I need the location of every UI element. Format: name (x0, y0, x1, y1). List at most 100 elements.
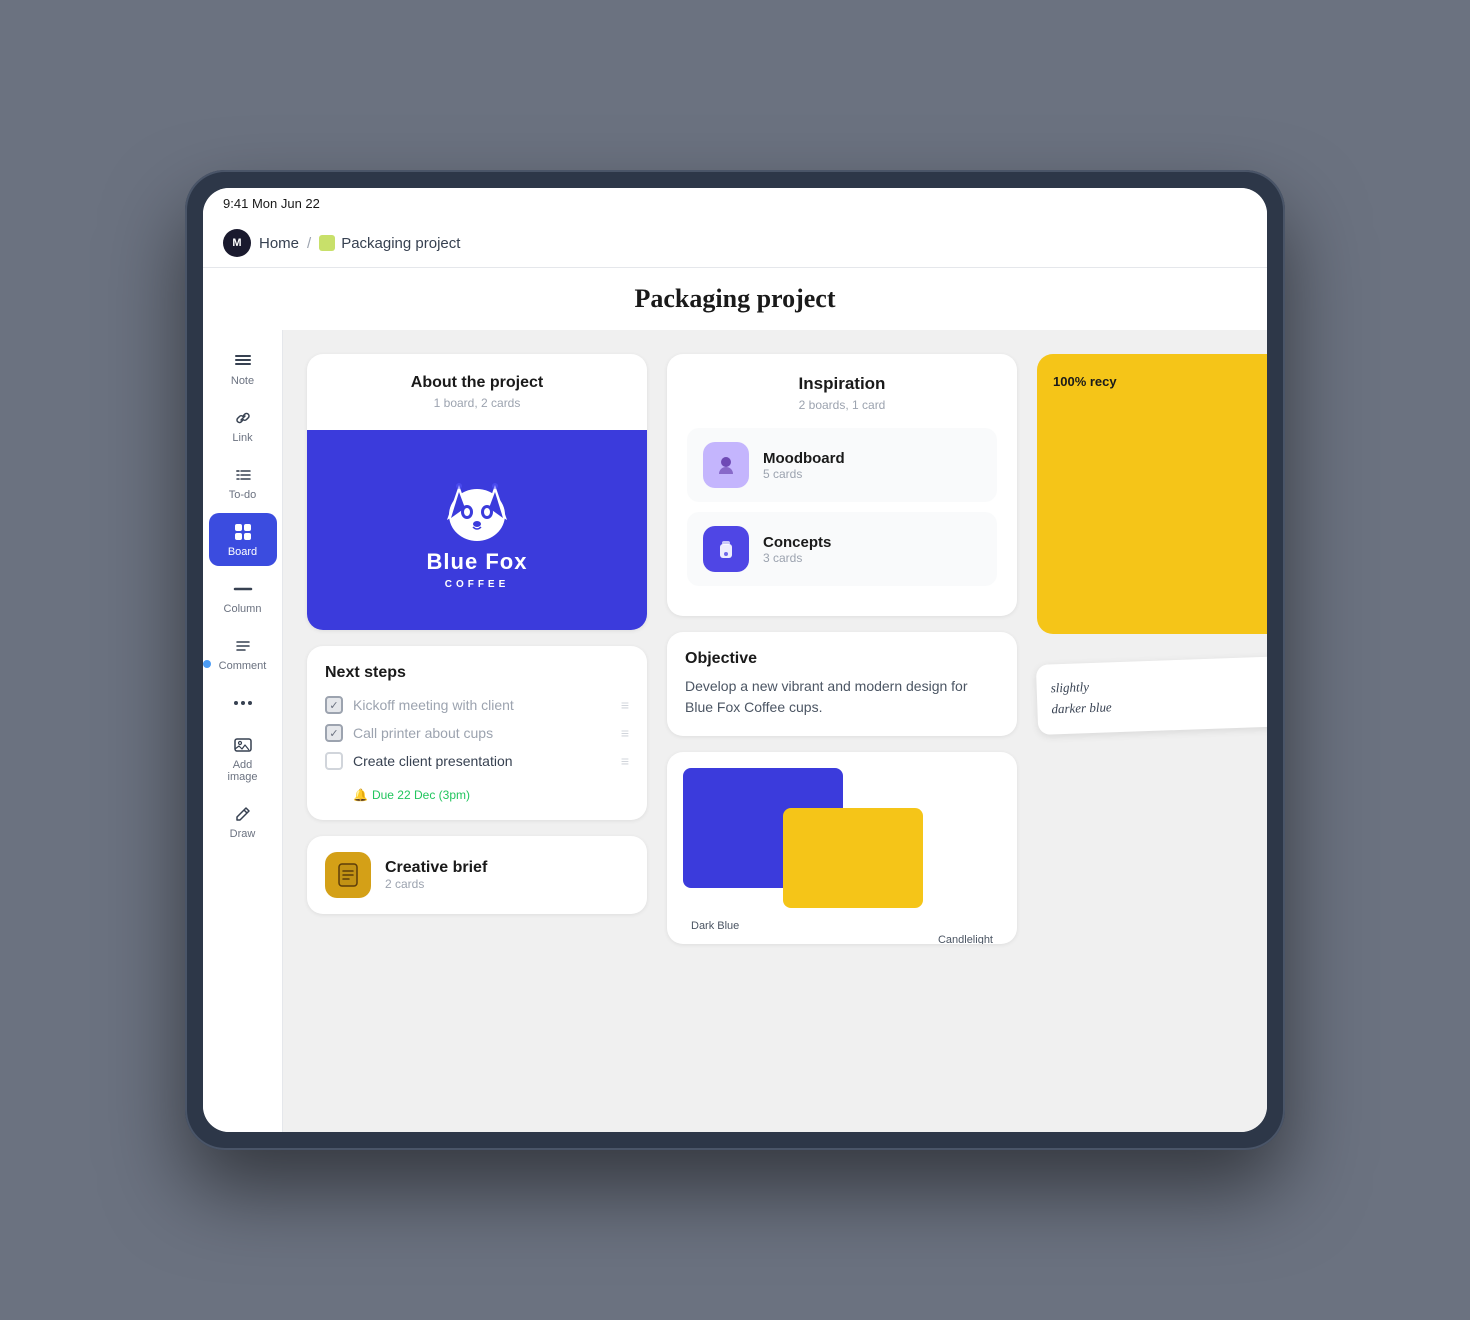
sidebar-note-label: Note (231, 375, 254, 387)
todo-checkbox-kickoff[interactable] (325, 696, 343, 714)
about-card-subtitle: 1 board, 2 cards (327, 396, 627, 410)
moodboard-item[interactable]: Moodboard 5 cards (687, 428, 997, 502)
fox-svg (437, 470, 517, 545)
column-icon (232, 578, 254, 600)
due-date-text: Due 22 Dec (3pm) (372, 788, 470, 802)
inspiration-title: Inspiration (687, 374, 997, 394)
swatch-blue-label: Dark Blue (691, 920, 739, 932)
concepts-count: 3 cards (763, 551, 831, 565)
device-frame: 9:41 Mon Jun 22 M Home / Packaging proje… (185, 170, 1285, 1150)
fox-logo-sub: COFFEE (445, 579, 510, 590)
todo-item-kickoff[interactable]: Kickoff meeting with client ≡ (325, 696, 629, 714)
concepts-title: Concepts (763, 534, 831, 551)
brief-subtitle: 2 cards (385, 877, 487, 891)
breadcrumb-separator: / (307, 235, 311, 252)
link-icon (232, 407, 254, 429)
main-content: Note Link (203, 330, 1267, 1132)
sidebar-item-comment[interactable]: Comment (209, 627, 277, 680)
sidebar-item-note[interactable]: Note (209, 342, 277, 395)
current-page: Packaging project (319, 235, 460, 252)
sidebar-link-label: Link (232, 432, 252, 444)
canvas-area: About the project 1 board, 2 cards (283, 330, 1267, 1132)
home-link[interactable]: Home (259, 235, 299, 252)
next-steps-card[interactable]: Next steps Kickoff meeting with client ≡ (307, 646, 647, 820)
column-2: Inspiration 2 boards, 1 card (667, 354, 1017, 944)
concepts-item[interactable]: Concepts 3 cards (687, 512, 997, 586)
sidebar-comment-label: Comment (219, 660, 267, 672)
draw-icon (232, 803, 254, 825)
moodboard-icon (703, 442, 749, 488)
concepts-icon (703, 526, 749, 572)
sidebar-board-label: Board (228, 546, 257, 558)
sidebar-item-add-image[interactable]: Add image (209, 726, 277, 791)
status-date: Mon Jun 22 (252, 196, 320, 211)
board-icon (232, 521, 254, 543)
swatches-wrapper: Dark Blue Candlelight (667, 752, 1017, 944)
sidebar: Note Link (203, 330, 283, 1132)
sidebar-addimage-label: Add image (221, 759, 265, 783)
todo-text-printer: Call printer about cups (353, 725, 611, 741)
sidebar-item-column[interactable]: Column (209, 570, 277, 623)
note-icon (232, 350, 254, 372)
status-time: 9:41 (223, 196, 248, 211)
column-1: About the project 1 board, 2 cards (307, 354, 647, 914)
sidebar-item-todo[interactable]: To-do (209, 456, 277, 509)
objective-title: Objective (685, 650, 999, 668)
handwriting-note: slightly darker blue (1036, 655, 1267, 734)
drag-handle-printer: ≡ (621, 725, 629, 741)
sidebar-column-label: Column (224, 603, 262, 615)
objective-inner: Objective Develop a new vibrant and mode… (667, 632, 1017, 736)
due-date: 🔔 Due 22 Dec (3pm) (325, 788, 629, 802)
moodboard-info: Moodboard 5 cards (763, 450, 845, 481)
hero-image: Blue Fox COFFEE (307, 430, 647, 630)
moodboard-count: 5 cards (763, 467, 845, 481)
color-swatches-card[interactable]: Dark Blue Candlelight (667, 752, 1017, 944)
creative-brief-inner: Creative brief 2 cards (307, 836, 647, 914)
sidebar-item-board[interactable]: Board (209, 513, 277, 566)
sidebar-item-link[interactable]: Link (209, 399, 277, 452)
sidebar-todo-label: To-do (229, 489, 257, 501)
yellow-partial-card: 100% recy (1037, 354, 1267, 634)
swatch-yellow-label: Candlelight (938, 934, 993, 944)
status-bar: 9:41 Mon Jun 22 (203, 188, 1267, 219)
creative-brief-card[interactable]: Creative brief 2 cards (307, 836, 647, 914)
column-3: 100% recy slightly darker blue (1037, 354, 1267, 730)
next-steps-title: Next steps (325, 664, 629, 682)
bell-icon: 🔔 (353, 788, 368, 802)
todo-item-printer[interactable]: Call printer about cups ≡ (325, 724, 629, 742)
comment-icon (232, 635, 254, 657)
brief-icon (325, 852, 371, 898)
todo-checkbox-presentation[interactable] (325, 752, 343, 770)
project-color-dot (319, 235, 335, 251)
next-steps-inner: Next steps Kickoff meeting with client ≡ (307, 646, 647, 820)
todo-item-presentation[interactable]: Create client presentation ≡ (325, 752, 629, 770)
drag-handle-presentation: ≡ (621, 753, 629, 769)
page-title: Packaging project (223, 284, 1247, 314)
todo-text-presentation: Create client presentation (353, 753, 611, 769)
sidebar-draw-label: Draw (230, 828, 256, 840)
fox-logo-text: Blue Fox (427, 549, 528, 575)
page-title-bar: Packaging project (203, 268, 1267, 330)
device-screen: 9:41 Mon Jun 22 M Home / Packaging proje… (203, 188, 1267, 1132)
moodboard-title: Moodboard (763, 450, 845, 467)
breadcrumb: Home / Packaging project (259, 235, 460, 252)
recycled-text: 100% recy (1053, 374, 1267, 389)
objective-text: Develop a new vibrant and modern design … (685, 676, 999, 718)
sidebar-item-more[interactable] (209, 684, 277, 722)
inspiration-subtitle: 2 boards, 1 card (687, 398, 997, 412)
swatch-yellow (783, 808, 923, 908)
more-icon (232, 692, 254, 714)
sidebar-item-draw[interactable]: Draw (209, 795, 277, 848)
swatches-container: Dark Blue Candlelight (683, 768, 1001, 928)
nav-bar: M Home / Packaging project (203, 219, 1267, 268)
inspiration-card[interactable]: Inspiration 2 boards, 1 card (667, 354, 1017, 616)
current-page-label: Packaging project (341, 235, 460, 252)
side-indicator (203, 660, 211, 668)
todo-checkbox-printer[interactable] (325, 724, 343, 742)
objective-card[interactable]: Objective Develop a new vibrant and mode… (667, 632, 1017, 736)
todo-text-kickoff: Kickoff meeting with client (353, 697, 611, 713)
about-project-card[interactable]: About the project 1 board, 2 cards (307, 354, 647, 630)
drag-handle-kickoff: ≡ (621, 697, 629, 713)
inspiration-inner: Inspiration 2 boards, 1 card (667, 354, 1017, 616)
todo-list: Kickoff meeting with client ≡ Call print… (325, 696, 629, 802)
